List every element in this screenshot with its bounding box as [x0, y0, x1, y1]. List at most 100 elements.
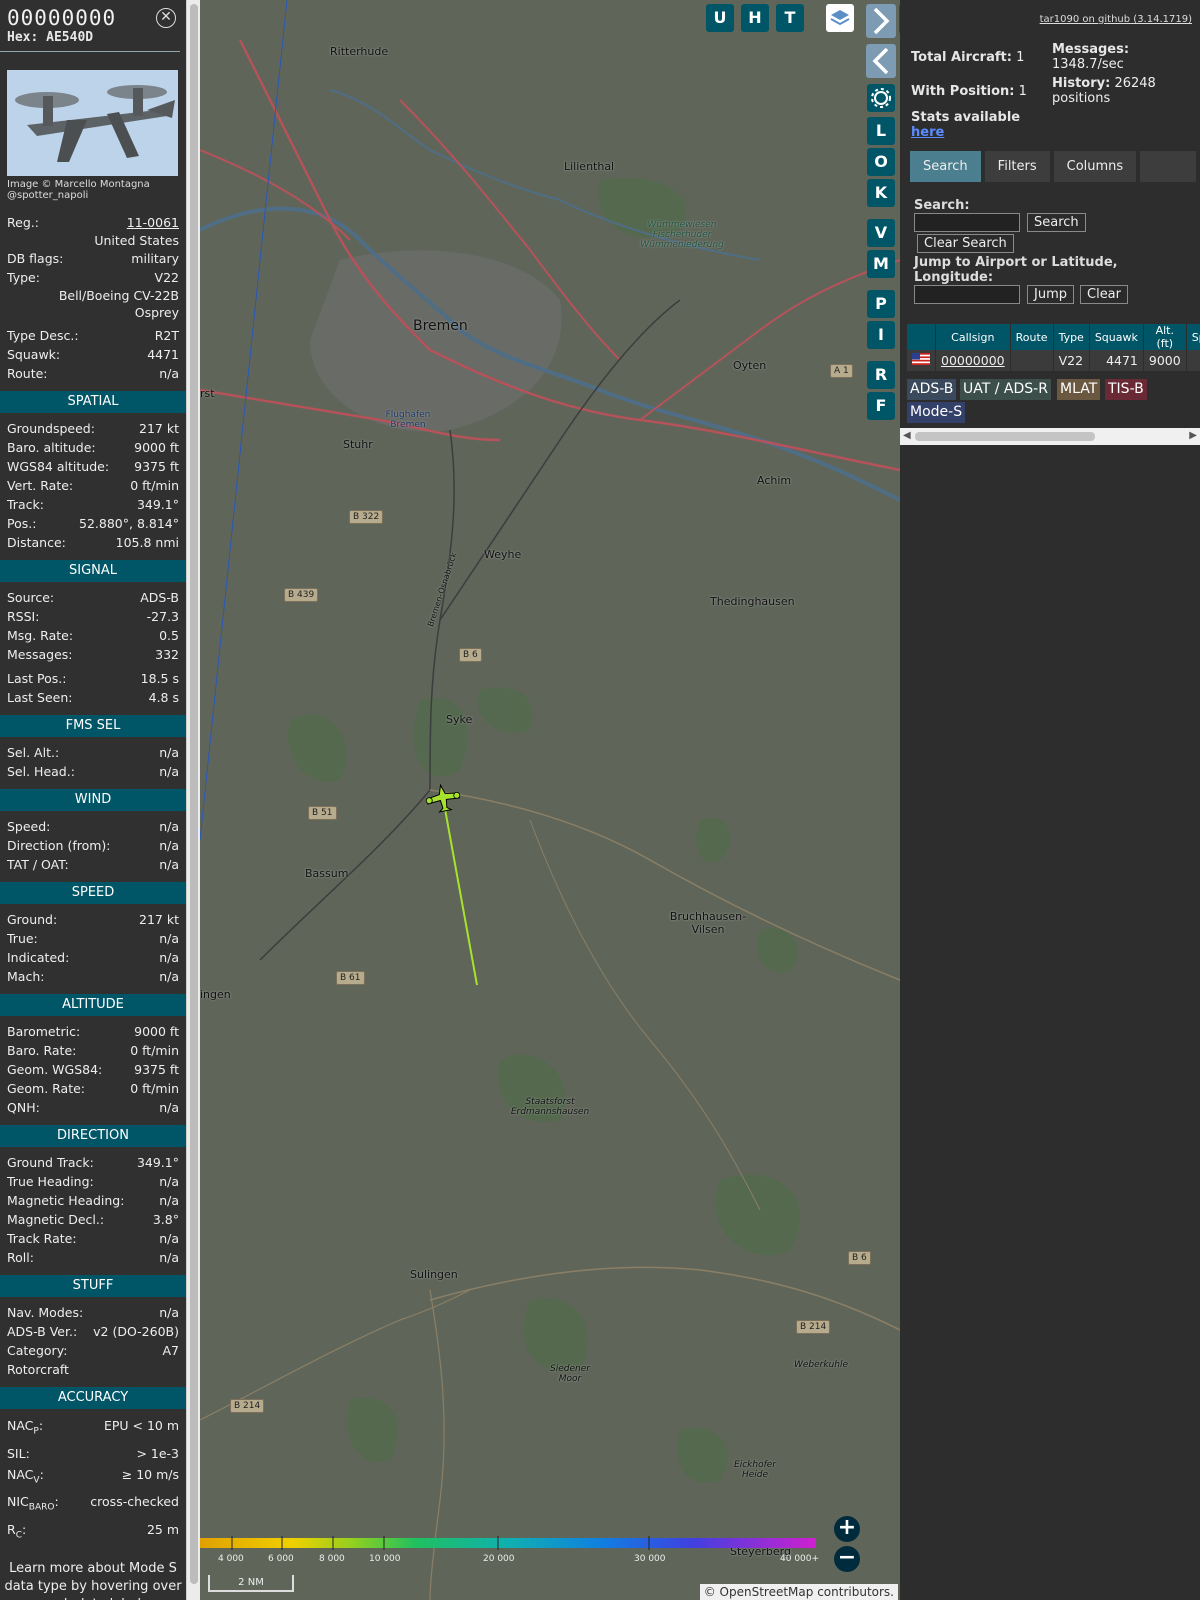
registration-link[interactable]: 11-0061: [127, 213, 179, 232]
button-h[interactable]: H: [741, 4, 769, 32]
direction-label: Magnetic Decl.:: [7, 1212, 105, 1227]
scroll-left-icon[interactable]: ◀: [903, 430, 911, 441]
direction-row: Magnetic Decl.: 3.8°: [0, 1210, 186, 1229]
search-input[interactable]: [914, 213, 1020, 232]
button-r[interactable]: R: [867, 361, 895, 389]
typedesc-value: R2T: [154, 328, 179, 343]
tab-filters[interactable]: Filters: [984, 151, 1050, 182]
squawk-row: Squawk: 4471: [0, 345, 186, 364]
signal-label: RSSI:: [7, 609, 40, 624]
osm-link[interactable]: OpenStreetMap: [720, 1585, 814, 1599]
fms-value: n/a: [159, 764, 179, 779]
map-view[interactable]: Ritterhude Lilienthal Wümmewiesen Fische…: [200, 0, 900, 1600]
info-scrollbar[interactable]: [186, 0, 200, 1600]
accuracy-label: SIL:: [7, 1443, 30, 1464]
type-label: Type:: [7, 270, 40, 285]
chevron-left-icon[interactable]: [866, 44, 896, 78]
altitude-label: Geom. Rate:: [7, 1081, 86, 1096]
tab-columns[interactable]: Columns: [1053, 151, 1137, 182]
scroll-right-icon[interactable]: ▶: [1189, 430, 1197, 441]
legend-modes: Mode-S: [907, 402, 966, 423]
button-t[interactable]: T: [776, 4, 804, 32]
speed-row: Mach: n/a: [0, 967, 186, 986]
stats-label: Stats available: [911, 110, 1021, 125]
row-callsign[interactable]: 00000000: [935, 350, 1011, 371]
signal-label: Messages:: [7, 647, 73, 662]
direction-label: True Heading:: [7, 1174, 94, 1189]
table-scroll-thumb[interactable]: [915, 432, 1095, 441]
altitude-label: QNH:: [7, 1100, 40, 1115]
col-alt[interactable]: Alt. (ft): [1143, 324, 1187, 350]
stuff-row: ADS-B Ver.: v2 (DO-260B): [0, 1322, 186, 1341]
with-position-label: With Position:: [911, 84, 1015, 99]
tab-blank[interactable]: [1140, 151, 1197, 182]
button-l[interactable]: L: [867, 117, 895, 145]
accuracy-row: NACV: ≥ 10 m/s: [0, 1464, 186, 1492]
squawk-label: Squawk:: [7, 347, 61, 362]
close-icon[interactable]: ✕: [156, 8, 176, 28]
table-row[interactable]: 00000000 V22 4471 9000: [907, 350, 1200, 371]
col-route[interactable]: Route: [1010, 324, 1054, 350]
col-speed[interactable]: Sp: [1186, 324, 1200, 350]
zoom-in-icon[interactable]: +: [834, 1516, 860, 1542]
search-label: Search:: [914, 198, 970, 213]
col-callsign[interactable]: Callsign: [935, 324, 1011, 350]
accuracy-label-text: R: [7, 1521, 16, 1537]
scrollbar-thumb[interactable]: [190, 4, 198, 1584]
speed-value: 217 kt: [139, 912, 179, 927]
category-desc: Rotorcraft: [0, 1360, 186, 1379]
scale-label: 40 000+: [780, 1554, 820, 1564]
button-m[interactable]: M: [867, 250, 895, 278]
scale-label: 4 000: [218, 1554, 244, 1564]
github-link[interactable]: tar1090 on github (3.14.1719): [1040, 14, 1192, 25]
zoom-out-icon[interactable]: −: [834, 1546, 860, 1572]
col-squawk[interactable]: Squawk: [1089, 324, 1144, 350]
accuracy-value: EPU < 10 m: [103, 1418, 179, 1433]
button-p[interactable]: P: [867, 290, 895, 318]
spatial-label: WGS84 altitude:: [7, 459, 110, 474]
button-f[interactable]: F: [867, 392, 895, 420]
route-label: Route:: [7, 366, 48, 381]
signal-value: 332: [155, 647, 179, 662]
speed-row: Ground: 217 kt: [0, 910, 186, 929]
spatial-value: 52.880°, 8.814°: [79, 516, 179, 531]
clear-search-button[interactable]: Clear Search: [917, 234, 1014, 253]
stuff-label: Nav. Modes:: [7, 1305, 84, 1320]
direction-label: Ground Track:: [7, 1155, 94, 1170]
button-o[interactable]: O: [867, 148, 895, 176]
spatial-row: Vert. Rate: 0 ft/min: [0, 476, 186, 495]
scale-label: 20 000: [483, 1554, 515, 1564]
layers-icon[interactable]: [826, 4, 854, 32]
accuracy-row: NICBARO: cross-checked: [0, 1491, 186, 1519]
button-k[interactable]: K: [867, 179, 895, 207]
altitude-value: n/a: [159, 1100, 179, 1115]
search-button[interactable]: Search: [1027, 213, 1086, 232]
col-type[interactable]: Type: [1053, 324, 1090, 350]
button-v[interactable]: V: [867, 219, 895, 247]
button-u[interactable]: U: [706, 4, 734, 32]
clear-jump-button[interactable]: Clear: [1080, 285, 1128, 304]
table-scrollbar[interactable]: ◀ ▶: [900, 428, 1200, 445]
road-shield: B 51: [308, 806, 337, 820]
place-label: Ritterhude: [330, 45, 389, 58]
hex-code: Hex: AE540D: [7, 30, 94, 45]
aircraft-photo[interactable]: [7, 70, 178, 176]
stats-link[interactable]: here: [911, 125, 944, 140]
photo-credit: Image © Marcello Montagna @spotter_napol…: [0, 176, 186, 201]
jump-input[interactable]: [914, 285, 1020, 304]
spatial-row: Pos.: 52.880°, 8.814°: [0, 514, 186, 533]
chevron-right-icon[interactable]: [866, 4, 896, 38]
jump-button[interactable]: Jump: [1027, 285, 1074, 304]
accuracy-label: NACP:: [7, 1418, 44, 1437]
distance-scale: 2 NM: [208, 1575, 294, 1592]
tab-search[interactable]: Search: [910, 151, 981, 182]
button-i[interactable]: I: [867, 321, 895, 349]
place-label: Staatsforst Erdmannshausen: [510, 1097, 590, 1117]
signal2-label: Last Pos.:: [7, 671, 67, 686]
spatial-value: 0 ft/min: [130, 478, 179, 493]
signal2-row: Last Pos.: 18.5 s: [0, 669, 186, 688]
place-label: Syke: [446, 713, 473, 726]
gear-icon[interactable]: [867, 84, 895, 112]
photo-credit-line1: Image © Marcello Montagna: [7, 179, 150, 190]
spatial-label: Pos.:: [7, 516, 37, 531]
